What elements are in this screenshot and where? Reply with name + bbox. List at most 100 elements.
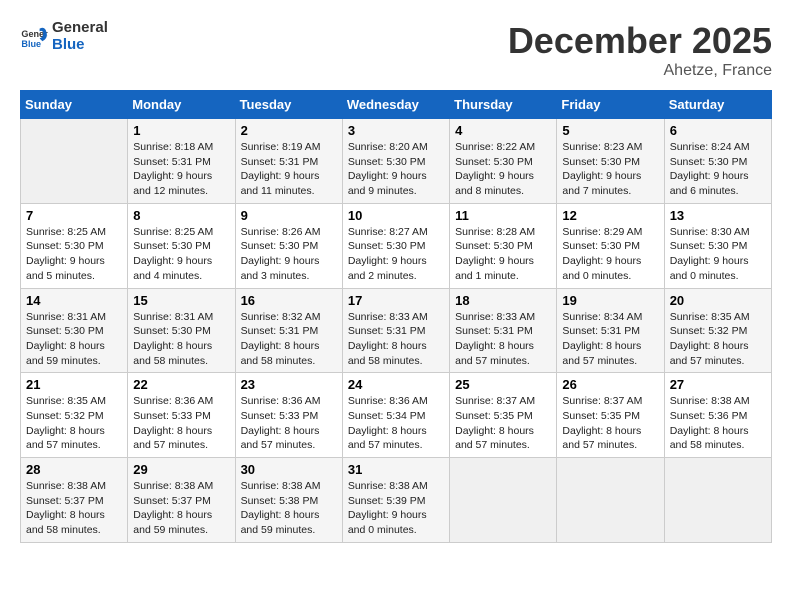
calendar-cell: 11Sunrise: 8:28 AMSunset: 5:30 PMDayligh… [450, 203, 557, 288]
calendar-cell [557, 458, 664, 543]
calendar-cell: 21 Sunrise: 8:35 AMSunset: 5:32 PMDayligh… [21, 373, 128, 458]
cell-info: Sunrise: 8:35 AMSunset: 5:32 PMDaylight:… [26, 394, 122, 453]
cell-info: Sunrise: 8:27 AMSunset: 5:30 PMDaylight:… [348, 225, 444, 284]
day-number: 11 [455, 208, 551, 223]
calendar-body: 1 Sunrise: 8:18 AMSunset: 5:31 PMDaylight… [21, 119, 772, 543]
col-header-thursday: Thursday [450, 91, 557, 119]
svg-text:Blue: Blue [21, 38, 41, 48]
calendar-cell: 16 Sunrise: 8:32 AMSunset: 5:31 PMDayligh… [235, 288, 342, 373]
calendar-cell: 10Sunrise: 8:27 AMSunset: 5:30 PMDayligh… [342, 203, 449, 288]
calendar-cell: 19Sunrise: 8:34 AMSunset: 5:31 PMDayligh… [557, 288, 664, 373]
cell-info: Sunrise: 8:37 AMSunset: 5:35 PMDaylight:… [455, 394, 551, 453]
cell-info: Sunrise: 8:22 AMSunset: 5:30 PMDaylight:… [455, 140, 551, 199]
calendar-cell: 29 Sunrise: 8:38 AMSunset: 5:37 PMDayligh… [128, 458, 235, 543]
day-number: 24 [348, 377, 444, 392]
day-number: 8 [133, 208, 229, 223]
col-header-monday: Monday [128, 91, 235, 119]
day-number: 25 [455, 377, 551, 392]
day-number: 15 [133, 293, 229, 308]
day-number: 16 [241, 293, 337, 308]
calendar-cell: 9 Sunrise: 8:26 AMSunset: 5:30 PMDaylight… [235, 203, 342, 288]
cell-info: Sunrise: 8:20 AMSunset: 5:30 PMDaylight:… [348, 140, 444, 199]
logo: General Blue General Blue [20, 20, 108, 53]
calendar-cell: 12 Sunrise: 8:29 AMSunset: 5:30 PMDayligh… [557, 203, 664, 288]
day-number: 28 [26, 462, 122, 477]
day-number: 5 [562, 123, 658, 138]
cell-info: Sunrise: 8:38 AMSunset: 5:37 PMDaylight:… [133, 479, 229, 538]
day-number: 6 [670, 123, 766, 138]
calendar-cell: 8 Sunrise: 8:25 AMSunset: 5:30 PMDaylight… [128, 203, 235, 288]
calendar-cell: 18 Sunrise: 8:33 AMSunset: 5:31 PMDayligh… [450, 288, 557, 373]
cell-info: Sunrise: 8:36 AMSunset: 5:33 PMDaylight:… [241, 394, 337, 453]
cell-info: Sunrise: 8:38 AMSunset: 5:37 PMDaylight:… [26, 479, 122, 538]
col-header-friday: Friday [557, 91, 664, 119]
calendar-cell: 31Sunrise: 8:38 AMSunset: 5:39 PMDayligh… [342, 458, 449, 543]
cell-info: Sunrise: 8:33 AMSunset: 5:31 PMDaylight:… [348, 310, 444, 369]
cell-info: Sunrise: 8:31 AMSunset: 5:30 PMDaylight:… [133, 310, 229, 369]
calendar-cell: 25 Sunrise: 8:37 AMSunset: 5:35 PMDayligh… [450, 373, 557, 458]
calendar-cell: 23 Sunrise: 8:36 AMSunset: 5:33 PMDayligh… [235, 373, 342, 458]
day-number: 3 [348, 123, 444, 138]
day-number: 27 [670, 377, 766, 392]
cell-info: Sunrise: 8:34 AMSunset: 5:31 PMDaylight:… [562, 310, 658, 369]
calendar-cell: 20Sunrise: 8:35 AMSunset: 5:32 PMDayligh… [664, 288, 771, 373]
logo-blue: Blue [52, 37, 108, 54]
day-number: 29 [133, 462, 229, 477]
calendar-cell: 26Sunrise: 8:37 AMSunset: 5:35 PMDayligh… [557, 373, 664, 458]
day-number: 18 [455, 293, 551, 308]
cell-info: Sunrise: 8:38 AMSunset: 5:36 PMDaylight:… [670, 394, 766, 453]
cell-info: Sunrise: 8:31 AMSunset: 5:30 PMDaylight:… [26, 310, 122, 369]
day-number: 4 [455, 123, 551, 138]
calendar-table: SundayMondayTuesdayWednesdayThursdayFrid… [20, 90, 772, 543]
calendar-cell: 3 Sunrise: 8:20 AMSunset: 5:30 PMDaylight… [342, 119, 449, 204]
day-number: 7 [26, 208, 122, 223]
cell-info: Sunrise: 8:30 AMSunset: 5:30 PMDaylight:… [670, 225, 766, 284]
cell-info: Sunrise: 8:33 AMSunset: 5:31 PMDaylight:… [455, 310, 551, 369]
cell-info: Sunrise: 8:38 AMSunset: 5:39 PMDaylight:… [348, 479, 444, 538]
calendar-cell: 1 Sunrise: 8:18 AMSunset: 5:31 PMDaylight… [128, 119, 235, 204]
logo-icon: General Blue [20, 23, 48, 51]
cell-info: Sunrise: 8:32 AMSunset: 5:31 PMDaylight:… [241, 310, 337, 369]
calendar-cell: 2Sunrise: 8:19 AMSunset: 5:31 PMDaylight… [235, 119, 342, 204]
cell-info: Sunrise: 8:37 AMSunset: 5:35 PMDaylight:… [562, 394, 658, 453]
calendar-cell [664, 458, 771, 543]
cell-info: Sunrise: 8:23 AMSunset: 5:30 PMDaylight:… [562, 140, 658, 199]
day-number: 22 [133, 377, 229, 392]
col-header-sunday: Sunday [21, 91, 128, 119]
day-number: 1 [133, 123, 229, 138]
day-number: 20 [670, 293, 766, 308]
cell-info: Sunrise: 8:36 AMSunset: 5:34 PMDaylight:… [348, 394, 444, 453]
col-header-wednesday: Wednesday [342, 91, 449, 119]
calendar-cell: 22 Sunrise: 8:36 AMSunset: 5:33 PMDayligh… [128, 373, 235, 458]
cell-info: Sunrise: 8:38 AMSunset: 5:38 PMDaylight:… [241, 479, 337, 538]
page-header: General Blue General Blue December 2025 … [20, 20, 772, 80]
cell-info: Sunrise: 8:36 AMSunset: 5:33 PMDaylight:… [133, 394, 229, 453]
calendar-cell: 30Sunrise: 8:38 AMSunset: 5:38 PMDayligh… [235, 458, 342, 543]
day-number: 23 [241, 377, 337, 392]
calendar-cell: 24 Sunrise: 8:36 AMSunset: 5:34 PMDayligh… [342, 373, 449, 458]
col-header-tuesday: Tuesday [235, 91, 342, 119]
calendar-cell [450, 458, 557, 543]
col-header-saturday: Saturday [664, 91, 771, 119]
month-title: December 2025 [508, 20, 772, 62]
day-number: 12 [562, 208, 658, 223]
calendar-cell: 15 Sunrise: 8:31 AMSunset: 5:30 PMDayligh… [128, 288, 235, 373]
cell-info: Sunrise: 8:24 AMSunset: 5:30 PMDaylight:… [670, 140, 766, 199]
calendar-cell: 13Sunrise: 8:30 AMSunset: 5:30 PMDayligh… [664, 203, 771, 288]
day-number: 9 [241, 208, 337, 223]
calendar-cell: 28 Sunrise: 8:38 AMSunset: 5:37 PMDayligh… [21, 458, 128, 543]
calendar-cell: 5 Sunrise: 8:23 AMSunset: 5:30 PMDaylight… [557, 119, 664, 204]
day-number: 14 [26, 293, 122, 308]
day-number: 21 [26, 377, 122, 392]
calendar-cell: 17Sunrise: 8:33 AMSunset: 5:31 PMDayligh… [342, 288, 449, 373]
cell-info: Sunrise: 8:18 AMSunset: 5:31 PMDaylight:… [133, 140, 229, 199]
cell-info: Sunrise: 8:26 AMSunset: 5:30 PMDaylight:… [241, 225, 337, 284]
cell-info: Sunrise: 8:25 AMSunset: 5:30 PMDaylight:… [133, 225, 229, 284]
cell-info: Sunrise: 8:29 AMSunset: 5:30 PMDaylight:… [562, 225, 658, 284]
logo-general: General [52, 19, 108, 36]
cell-info: Sunrise: 8:19 AMSunset: 5:31 PMDaylight:… [241, 140, 337, 199]
title-block: December 2025 Ahetze, France [508, 20, 772, 80]
calendar-cell: 4 Sunrise: 8:22 AMSunset: 5:30 PMDaylight… [450, 119, 557, 204]
cell-info: Sunrise: 8:25 AMSunset: 5:30 PMDaylight:… [26, 225, 122, 284]
calendar-cell [21, 119, 128, 204]
